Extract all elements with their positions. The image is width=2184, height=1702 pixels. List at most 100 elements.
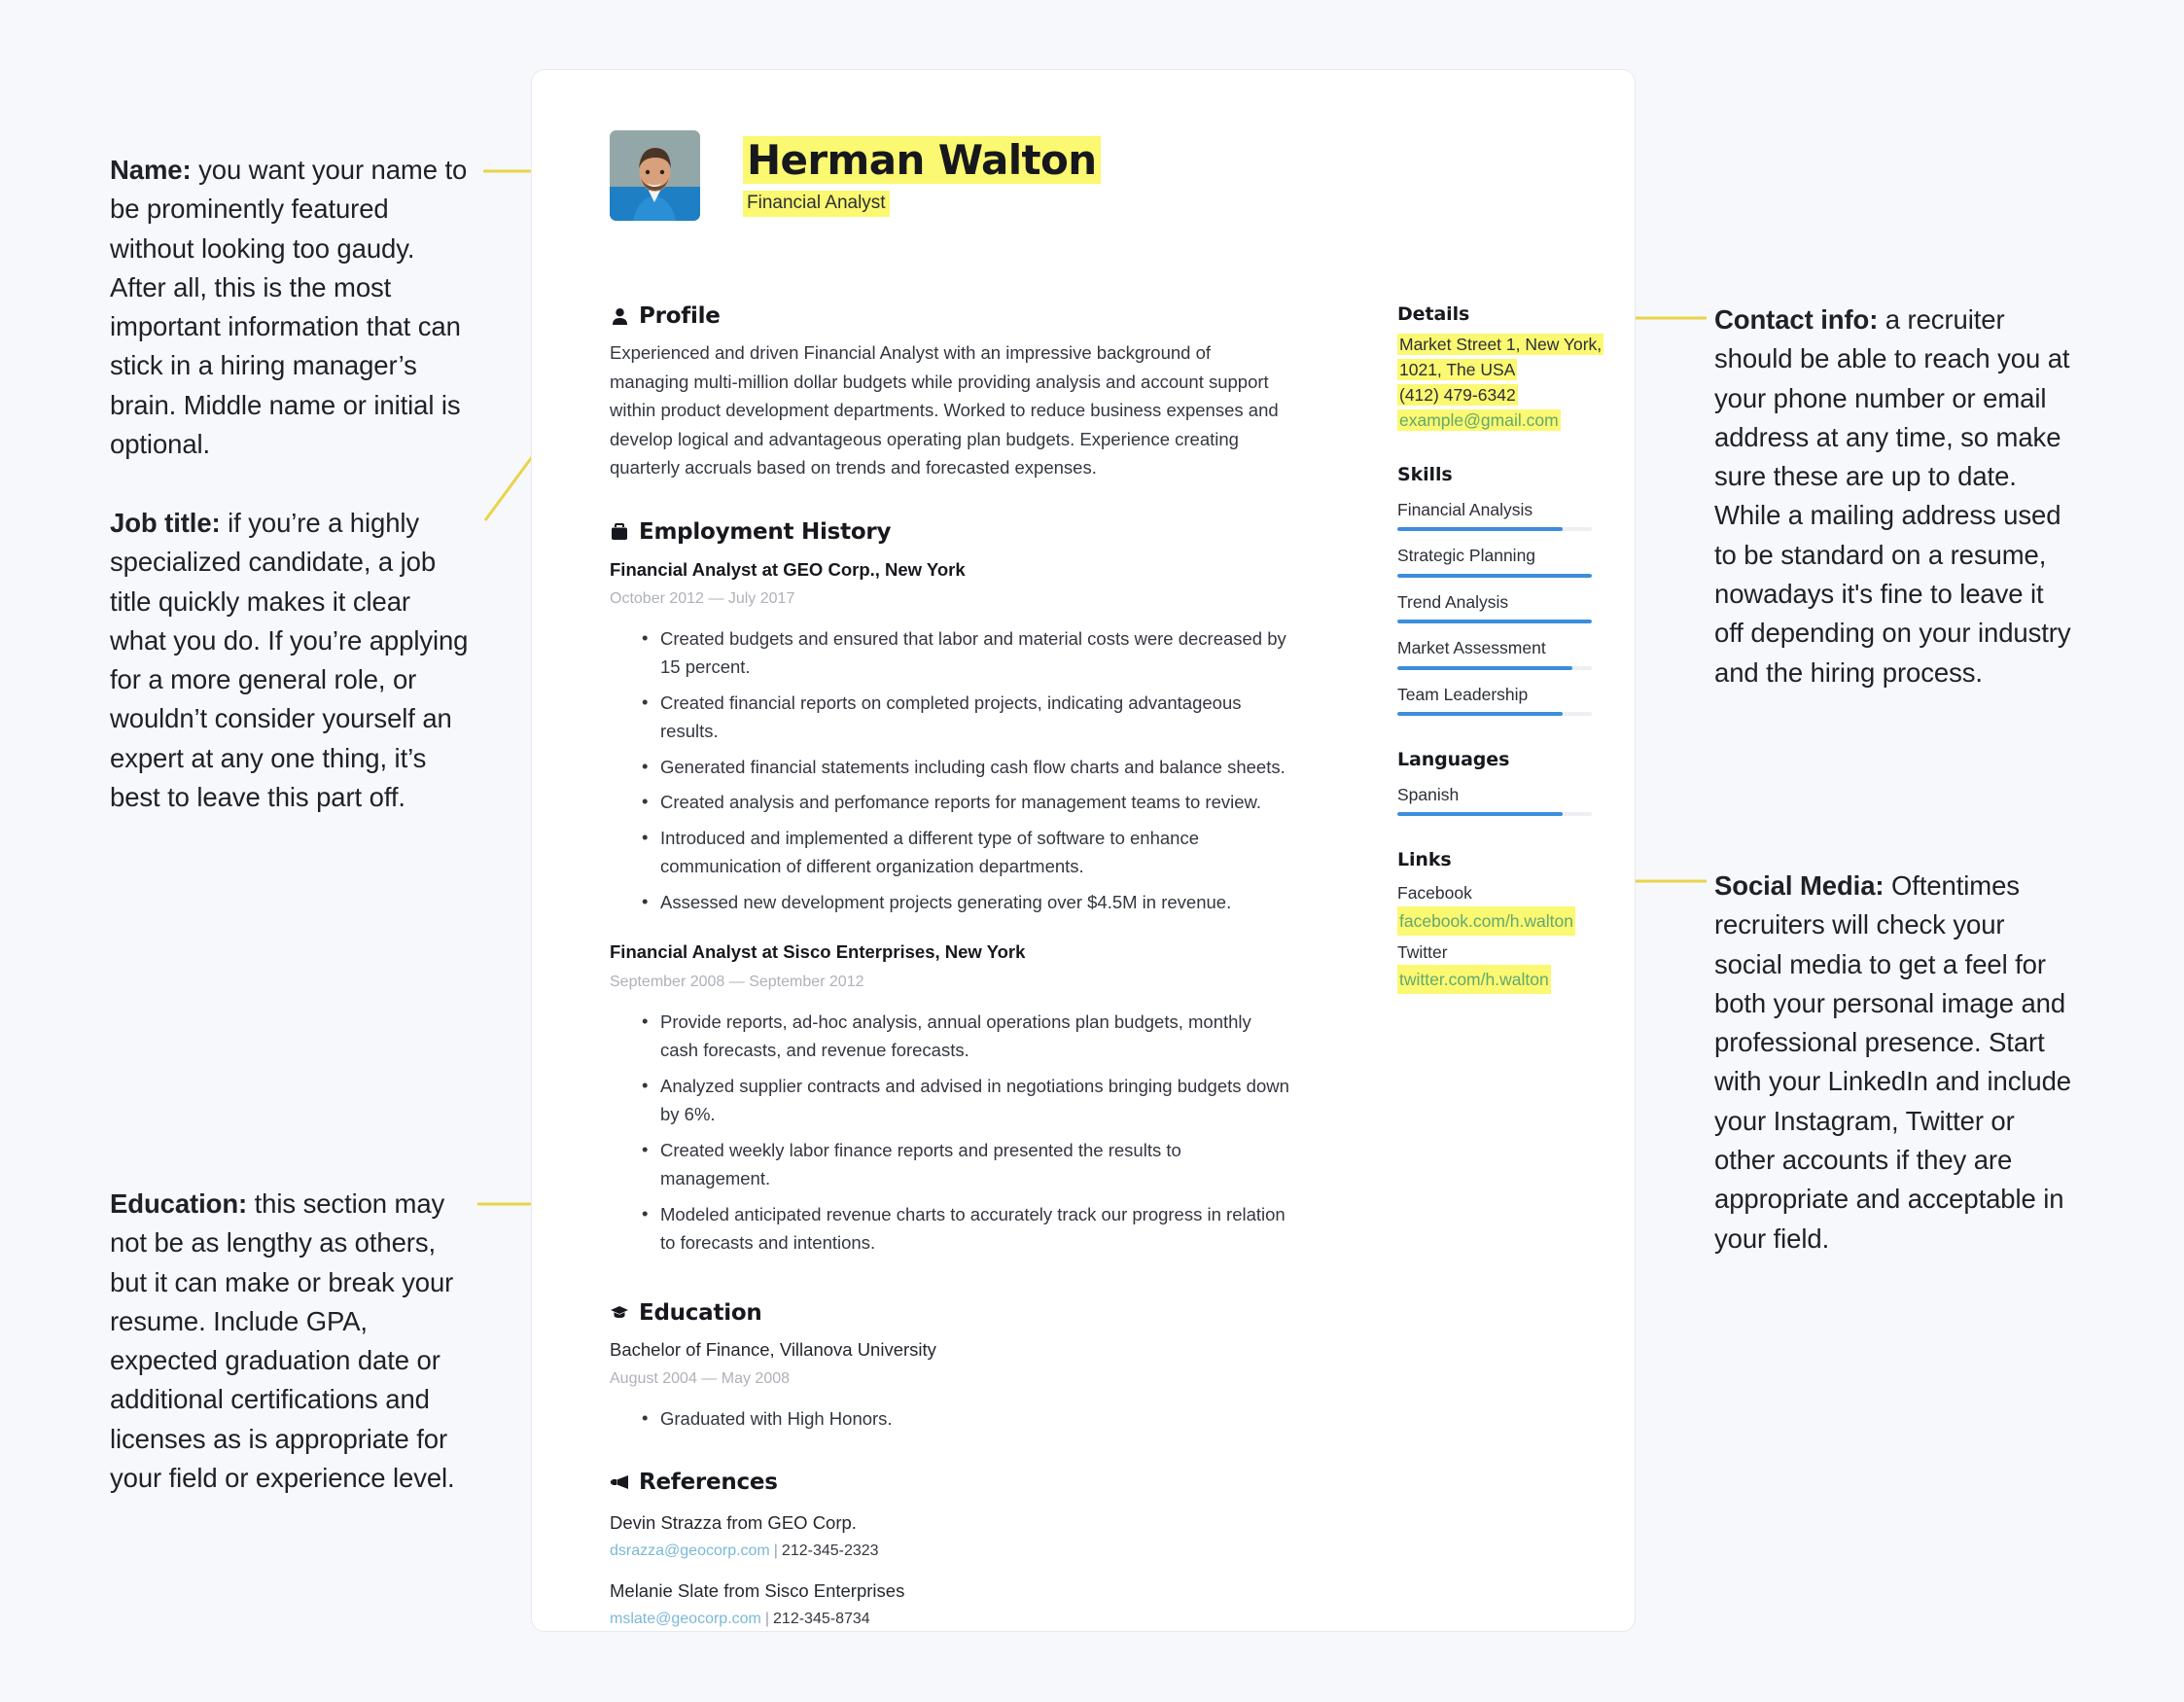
annotation-contact-info: Contact info: a recruiter should be able… bbox=[1714, 301, 2076, 692]
briefcase-icon bbox=[610, 523, 629, 540]
details-email[interactable]: example@gmail.com bbox=[1397, 409, 1561, 431]
skill-item: Financial Analysis bbox=[1397, 498, 1616, 532]
reference-contact: dsrazza@geocorp.com | 212-345-2323 bbox=[610, 1540, 1290, 1563]
applicant-name: Herman Walton bbox=[743, 136, 1101, 185]
sidebar-heading-links: Links bbox=[1397, 849, 1452, 871]
annotation-job-title: Job title: if you’re a highly specialize… bbox=[110, 504, 472, 817]
job-bullet: Created analysis and perfomance reports … bbox=[642, 787, 1290, 817]
graduation-cap-icon bbox=[610, 1305, 629, 1320]
skill-item: Strategic Planning bbox=[1397, 544, 1616, 578]
job-title-2: Financial Analyst at Sisco Enterprises, … bbox=[610, 941, 1026, 963]
skill-label: Team Leadership bbox=[1397, 684, 1529, 704]
reference-separator: | bbox=[773, 1542, 778, 1560]
job-bullet: Introduced and implemented a different t… bbox=[642, 823, 1290, 881]
education-dates: August 2004 — May 2008 bbox=[610, 1370, 791, 1388]
skill-item: Market Assessment bbox=[1397, 636, 1616, 670]
skill-label: Strategic Planning bbox=[1397, 546, 1536, 566]
section-title-employment: Employment History bbox=[639, 518, 892, 545]
job-entry: Financial Analyst at Sisco Enterprises, … bbox=[610, 940, 1290, 1257]
avatar bbox=[610, 130, 700, 221]
skill-level-bar bbox=[1397, 665, 1592, 670]
skill-item: Team Leadership bbox=[1397, 683, 1616, 716]
section-title-references: References bbox=[639, 1470, 778, 1496]
sidebar-heading-details: Details bbox=[1397, 303, 1470, 325]
section-title-education: Education bbox=[639, 1299, 762, 1326]
sidebar-heading-skills: Skills bbox=[1397, 464, 1453, 485]
job-bullet: Created budgets and ensured that labor a… bbox=[642, 623, 1290, 682]
skill-level-bar bbox=[1397, 527, 1592, 532]
job-bullet: Analyzed supplier contracts and advised … bbox=[642, 1071, 1290, 1129]
applicant-job-title: Financial Analyst bbox=[743, 191, 890, 217]
language-label: Spanish bbox=[1397, 784, 1460, 804]
annotation-job-title-body: if you’re a highly specialized candidate… bbox=[110, 508, 469, 813]
annotation-education: Education: this section may not be as le… bbox=[110, 1185, 472, 1498]
profile-text: Experienced and driven Financial Analyst… bbox=[610, 342, 1279, 478]
annotation-name: Name: you want your name to be prominent… bbox=[110, 151, 472, 464]
link-label-facebook: Facebook bbox=[1397, 883, 1472, 904]
reference-item: Devin Strazza from GEO Corp. dsrazza@geo… bbox=[610, 1509, 1290, 1563]
job-bullets-2: Provide reports, ad-hoc analysis, annual… bbox=[610, 1007, 1290, 1258]
skill-label: Market Assessment bbox=[1397, 638, 1546, 658]
details-address-line2: 1021, The USA bbox=[1397, 359, 1518, 380]
education-bullet: Graduated with High Honors. bbox=[642, 1403, 1290, 1434]
section-heading-employment: Employment History bbox=[610, 519, 1290, 545]
resume-document: Herman Walton Financial Analyst Profile … bbox=[531, 69, 1636, 1632]
job-bullet: Created financial reports on completed p… bbox=[642, 688, 1290, 746]
job-bullet: Generated financial statements including… bbox=[642, 752, 1290, 782]
annotation-job-title-title: Job title: bbox=[110, 508, 221, 538]
section-title-profile: Profile bbox=[639, 303, 721, 329]
skill-label: Trend Analysis bbox=[1397, 591, 1509, 612]
job-bullet: Modeled anticipated revenue charts to ac… bbox=[642, 1199, 1290, 1258]
reference-item: Melanie Slate from Sisco Enterprises msl… bbox=[610, 1578, 1290, 1631]
job-bullets-1: Created budgets and ensured that labor a… bbox=[610, 623, 1290, 917]
job-dates-2: September 2008 — September 2012 bbox=[610, 974, 864, 991]
skill-level-bar bbox=[1397, 620, 1592, 624]
reference-name: Melanie Slate from Sisco Enterprises bbox=[610, 1580, 905, 1602]
megaphone-icon bbox=[610, 1475, 629, 1490]
section-heading-profile: Profile bbox=[610, 303, 1290, 329]
annotation-name-body: you want your name to be prominently fea… bbox=[110, 155, 468, 460]
section-heading-references: References bbox=[610, 1470, 1290, 1495]
annotation-education-body: this section may not be as lengthy as ot… bbox=[110, 1188, 455, 1494]
reference-separator: | bbox=[764, 1610, 770, 1627]
reference-contact: mslate@geocorp.com | 212-345-8734 bbox=[610, 1608, 1290, 1631]
skill-item: Trend Analysis bbox=[1397, 590, 1616, 624]
person-icon bbox=[610, 307, 629, 325]
job-entry: Financial Analyst at GEO Corp., New York… bbox=[610, 557, 1290, 917]
details-phone: (412) 479-6342 bbox=[1397, 384, 1518, 406]
reference-name: Devin Strazza from GEO Corp. bbox=[610, 1512, 857, 1534]
section-heading-education: Education bbox=[610, 1300, 1290, 1326]
reference-email[interactable]: dsrazza@geocorp.com bbox=[610, 1542, 770, 1559]
skill-level-bar bbox=[1397, 711, 1592, 716]
resume-header: Herman Walton Financial Analyst bbox=[610, 130, 1101, 221]
annotation-name-title: Name: bbox=[110, 155, 192, 185]
annotation-social-media-body: Oftentimes recruiters will check your so… bbox=[1714, 870, 2071, 1254]
education-degree: Bachelor of Finance, Villanova Universit… bbox=[610, 1338, 936, 1360]
language-item: Spanish bbox=[1397, 783, 1616, 817]
resume-main-column: Profile Experienced and driven Financial… bbox=[610, 303, 1290, 1631]
link-item: Facebook facebook.com/h.walton bbox=[1397, 880, 1616, 936]
details-block: Market Street 1, New York, 1021, The USA… bbox=[1397, 332, 1616, 433]
skill-level-bar bbox=[1397, 573, 1592, 578]
resume-body: Profile Experienced and driven Financial… bbox=[532, 303, 1635, 1631]
sidebar-heading-languages: Languages bbox=[1397, 748, 1510, 770]
link-label-twitter: Twitter bbox=[1397, 941, 1448, 962]
skill-label: Financial Analysis bbox=[1397, 500, 1533, 519]
resume-sidebar: Details Market Street 1, New York, 1021,… bbox=[1397, 303, 1616, 1631]
education-bullets: Graduated with High Honors. bbox=[610, 1403, 1290, 1434]
link-url-twitter[interactable]: twitter.com/h.walton bbox=[1397, 964, 1551, 994]
annotation-education-title: Education: bbox=[110, 1188, 248, 1219]
annotation-social-media-title: Social Media: bbox=[1714, 870, 1885, 901]
job-bullet: Provide reports, ad-hoc analysis, annual… bbox=[642, 1007, 1290, 1065]
job-dates-1: October 2012 — July 2017 bbox=[610, 590, 795, 608]
job-bullet: Created weekly labor finance reports and… bbox=[642, 1135, 1290, 1193]
link-url-facebook[interactable]: facebook.com/h.walton bbox=[1397, 905, 1575, 936]
annotation-contact-info-title: Contact info: bbox=[1714, 304, 1879, 335]
details-address-line1: Market Street 1, New York, bbox=[1397, 334, 1604, 355]
job-bullet: Assessed new development projects genera… bbox=[642, 887, 1290, 917]
reference-phone: 212-345-2323 bbox=[781, 1542, 879, 1560]
reference-email[interactable]: mslate@geocorp.com bbox=[610, 1611, 761, 1627]
header-text: Herman Walton Financial Analyst bbox=[743, 130, 1101, 217]
annotation-contact-info-body: a recruiter should be able to reach you … bbox=[1714, 304, 2071, 688]
job-title-1: Financial Analyst at GEO Corp., New York bbox=[610, 558, 966, 580]
